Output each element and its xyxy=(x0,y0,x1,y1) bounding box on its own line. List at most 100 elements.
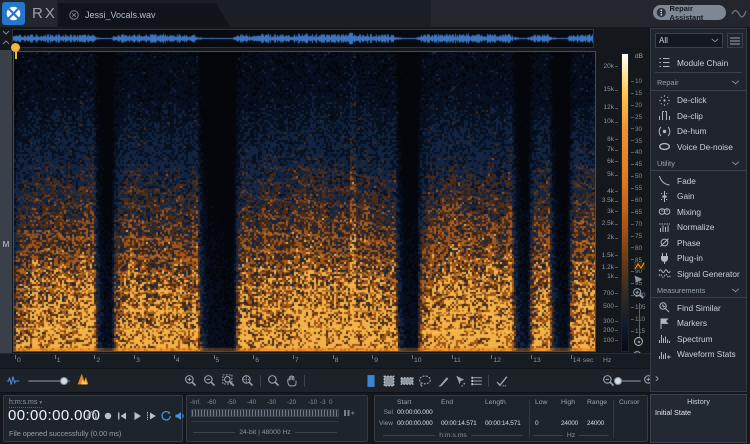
mixing-icon xyxy=(658,205,671,218)
history-item[interactable]: Initial State xyxy=(655,408,691,417)
frequency-ruler[interactable]: 20k15k12k10k8k7k6k5k4k3.5k3k2.5k2k1.5k1.… xyxy=(598,51,614,352)
db-tick-label: 40 xyxy=(631,149,642,156)
freq-tick-label: 2.5k xyxy=(598,220,614,227)
vzoom-slider[interactable] xyxy=(639,303,640,339)
spectrogram-display-icon[interactable] xyxy=(76,372,90,386)
meter-tick-label: -40 xyxy=(247,399,256,406)
sidebar-item-markers[interactable]: Markers xyxy=(651,316,746,331)
module-filter-select[interactable]: All xyxy=(655,33,723,48)
freq-tick-label: 7k xyxy=(598,146,614,153)
db-tick-label: 65 xyxy=(631,209,642,216)
tool-freq-select[interactable] xyxy=(400,374,414,388)
magnify-tool-button[interactable] xyxy=(267,374,281,388)
skip-to-start-button[interactable] xyxy=(116,410,128,422)
spectrum-icon xyxy=(658,332,671,345)
record-button[interactable] xyxy=(102,410,114,422)
playhead-marker[interactable] xyxy=(11,43,21,59)
meter-tick-label: -50 xyxy=(227,399,236,406)
tool-time-select[interactable] xyxy=(364,374,378,388)
output-monitor-button[interactable] xyxy=(174,410,186,422)
col-high: High xyxy=(561,399,575,406)
tool-wand-select[interactable] xyxy=(453,374,467,388)
sidebar-item-label: Gain xyxy=(677,191,695,201)
time-tick xyxy=(491,355,492,359)
zoom-selection-button[interactable] xyxy=(222,374,236,388)
time-tick xyxy=(571,355,572,359)
sidebar-item-label: Plug-in xyxy=(677,253,703,263)
channel-mono-button[interactable]: M xyxy=(0,240,12,249)
time-tick xyxy=(333,355,334,359)
col-low: Low xyxy=(535,399,547,406)
spectrogram-colorbar[interactable] xyxy=(621,53,629,352)
tool-time-freq-select[interactable] xyxy=(382,374,396,388)
spectrogram-canvas[interactable] xyxy=(14,52,595,351)
display-blend-handle[interactable] xyxy=(60,377,68,385)
freq-range: 24000 xyxy=(587,420,604,427)
vzoom-slider-handle[interactable] xyxy=(634,337,643,346)
module-menu-button[interactable] xyxy=(727,33,743,48)
sidebar-item-de-clip[interactable]: De-clip xyxy=(651,108,746,123)
time-ruler[interactable]: 01234567891011121314secHz xyxy=(0,353,650,368)
section-header-measurements[interactable]: Measurements xyxy=(651,283,746,298)
sidebar-item-module-chain[interactable]: Module Chain xyxy=(651,55,746,70)
spectrogram-settings-icon[interactable] xyxy=(633,261,646,271)
sidebar-item-spectrum[interactable]: Spectrum xyxy=(651,331,746,346)
db-tick-label: 20 xyxy=(631,102,642,109)
tool-lasso-select[interactable] xyxy=(418,374,432,388)
time-tick xyxy=(134,355,135,359)
module-sidebar: All Module Chain Repair De-clickDe-clipDe-… xyxy=(650,28,747,392)
loop-button[interactable] xyxy=(160,410,172,422)
instant-process-button[interactable] xyxy=(495,374,509,388)
meter-options-icon[interactable] xyxy=(343,408,355,418)
time-tick xyxy=(253,355,254,359)
overview-waveform[interactable] xyxy=(12,29,594,48)
file-tab[interactable]: Jessi_Vocals.wav xyxy=(58,3,230,27)
sidebar-item-waveform-stats[interactable]: Waveform Stats xyxy=(651,347,746,362)
scroll-indicator-icon[interactable] xyxy=(633,274,644,284)
section-header-utility[interactable]: Utility xyxy=(651,156,746,171)
tool-brush-select[interactable] xyxy=(436,374,450,388)
sidebar-item-de-click[interactable]: De-click xyxy=(651,93,746,108)
sidebar-item-voice-de-noise[interactable]: Voice De-noise xyxy=(651,139,746,154)
sidebar-item-label: Voice De-noise xyxy=(677,142,733,152)
hzoom-slider-handle[interactable] xyxy=(614,377,622,385)
repair-assistant-button[interactable]: Repair Assistant xyxy=(653,5,726,20)
overview-waveform-canvas[interactable] xyxy=(13,30,593,47)
freq-high: 24000 xyxy=(561,420,578,427)
waveform-stats-icon xyxy=(658,348,671,361)
sidebar-item-label: Phase xyxy=(677,238,701,248)
time-tick-label: 0 xyxy=(17,357,21,364)
preview-headphones-button[interactable] xyxy=(86,410,98,422)
sidebar-expander-button[interactable]: › xyxy=(655,371,659,385)
vzoom-in-button[interactable] xyxy=(632,287,645,300)
sidebar-item-plug-in[interactable]: Plug-in xyxy=(651,251,746,266)
sidebar-item-gain[interactable]: Gain xyxy=(651,189,746,204)
tool-harmonic-select[interactable] xyxy=(470,374,484,388)
sidebar-item-signal-generator[interactable]: Signal Generator xyxy=(651,266,746,281)
meter-tick-label: -Inf. xyxy=(190,399,201,406)
collapse-up-icon[interactable] xyxy=(2,39,10,45)
freq-tick-label: 100 xyxy=(598,337,614,344)
play-selection-button[interactable] xyxy=(145,410,157,422)
section-header-repair[interactable]: Repair xyxy=(651,76,746,91)
izotope-logo-icon[interactable] xyxy=(2,2,25,25)
zoom-out-button[interactable] xyxy=(203,374,217,388)
col-length: Length xyxy=(485,399,506,406)
view-length: 00:00:14.571 xyxy=(485,420,521,427)
sidebar-item-phase[interactable]: Phase xyxy=(651,235,746,250)
sidebar-item-fade[interactable]: Fade xyxy=(651,173,746,188)
sidebar-item-de-hum[interactable]: De-hum xyxy=(651,124,746,139)
zoom-fit-button[interactable] xyxy=(241,374,255,388)
hand-tool-button[interactable] xyxy=(286,374,300,388)
sidebar-item-normalize[interactable]: Normalize xyxy=(651,220,746,235)
freq-tick-label: 1.5k xyxy=(598,252,614,259)
zoom-in-button[interactable] xyxy=(184,374,198,388)
play-button[interactable] xyxy=(131,410,143,422)
waveform-display-icon[interactable] xyxy=(6,374,20,388)
tab-close-icon[interactable] xyxy=(69,10,79,20)
time-tick xyxy=(55,355,56,359)
sidebar-item-find-similar[interactable]: Find Similar xyxy=(651,300,746,315)
collapse-down-icon[interactable] xyxy=(2,30,10,36)
sidebar-item-mixing[interactable]: Mixing xyxy=(651,204,746,219)
spectrogram-view[interactable] xyxy=(13,51,596,352)
